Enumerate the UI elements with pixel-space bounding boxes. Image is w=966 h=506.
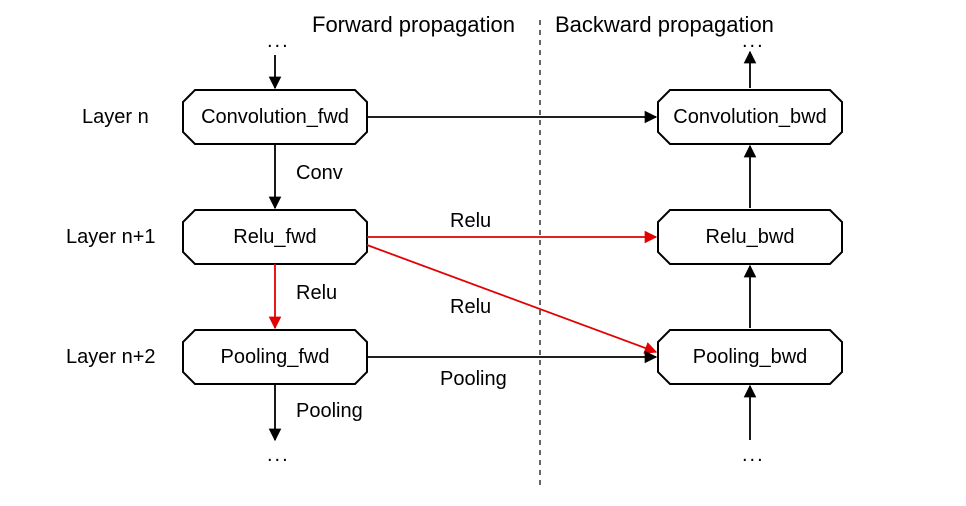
layer-n2-label: Layer n+2 — [66, 346, 156, 369]
box-conv-bwd: Convolution_bwd — [658, 106, 842, 129]
edge-label-pooling-h: Pooling — [440, 368, 507, 391]
diagram-canvas: Forward propagation Backward propagation… — [0, 0, 966, 506]
edge-label-pooling-out: Pooling — [296, 400, 363, 423]
diagram-svg — [0, 0, 966, 506]
layer-n-label: Layer n — [82, 106, 149, 129]
box-pool-fwd: Pooling_fwd — [183, 346, 367, 369]
header-forward: Forward propagation — [312, 12, 515, 38]
ellipsis-bottom-fwd: ... — [267, 444, 290, 467]
ellipsis-bottom-bwd: ... — [742, 444, 765, 467]
box-conv-fwd: Convolution_fwd — [183, 106, 367, 129]
box-pool-bwd: Pooling_bwd — [658, 346, 842, 369]
box-relu-fwd: Relu_fwd — [183, 226, 367, 249]
edge-label-relu-diag: Relu — [450, 296, 491, 319]
edge-label-relu-horiz: Relu — [450, 210, 491, 233]
edge-label-relu-vert: Relu — [296, 282, 337, 305]
layer-n1-label: Layer n+1 — [66, 226, 156, 249]
ellipsis-top-fwd: ... — [267, 30, 290, 53]
ellipsis-top-bwd: ... — [742, 30, 765, 53]
edge-label-conv: Conv — [296, 162, 343, 185]
box-relu-bwd: Relu_bwd — [658, 226, 842, 249]
